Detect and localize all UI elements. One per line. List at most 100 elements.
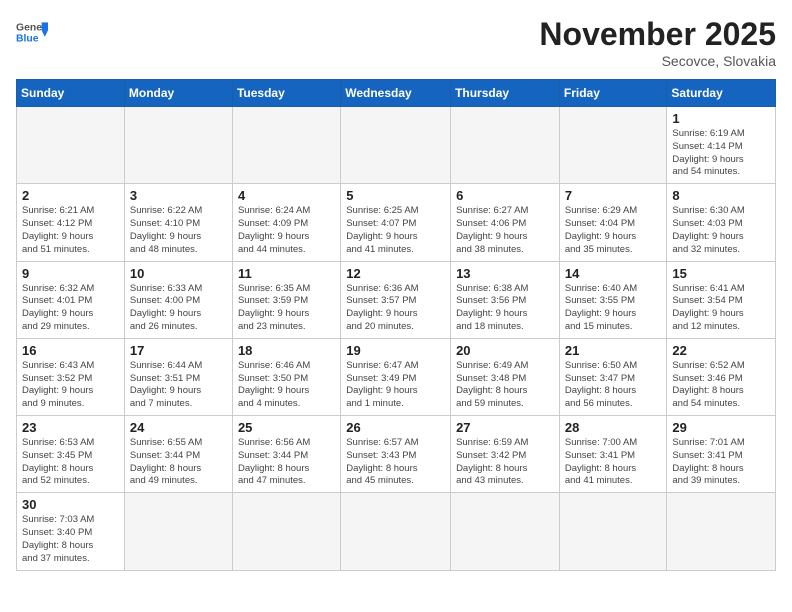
day-info: Sunrise: 6:50 AM Sunset: 3:47 PM Dayligh… [565,360,662,411]
calendar-cell [341,493,451,570]
day-number: 15 [672,266,770,281]
day-number: 24 [130,420,227,435]
day-info: Sunrise: 6:21 AM Sunset: 4:12 PM Dayligh… [22,205,119,256]
day-info: Sunrise: 6:47 AM Sunset: 3:49 PM Dayligh… [346,360,445,411]
svg-text:Blue: Blue [16,34,39,45]
weekday-header-row: SundayMondayTuesdayWednesdayThursdayFrid… [17,80,776,107]
calendar-cell: 22 Sunrise: 6:52 AM Sunset: 3:46 PM Dayli… [667,338,776,415]
day-info: Sunrise: 6:57 AM Sunset: 3:43 PM Dayligh… [346,437,445,488]
day-info: Sunrise: 6:24 AM Sunset: 4:09 PM Dayligh… [238,205,335,256]
day-number: 14 [565,266,662,281]
day-info: Sunrise: 6:30 AM Sunset: 4:03 PM Dayligh… [672,205,770,256]
weekday-header-tuesday: Tuesday [232,80,340,107]
day-number: 30 [22,497,119,512]
day-info: Sunrise: 7:01 AM Sunset: 3:41 PM Dayligh… [672,437,770,488]
weekday-header-thursday: Thursday [451,80,560,107]
day-number: 19 [346,343,445,358]
day-info: Sunrise: 6:22 AM Sunset: 4:10 PM Dayligh… [130,205,227,256]
title-block: November 2025 Secovce, Slovakia [539,16,776,69]
calendar-cell [451,493,560,570]
month-title: November 2025 [539,16,776,53]
day-number: 26 [346,420,445,435]
calendar-cell: 8Sunrise: 6:30 AM Sunset: 4:03 PM Daylig… [667,184,776,261]
day-info: Sunrise: 6:35 AM Sunset: 3:59 PM Dayligh… [238,283,335,334]
calendar-cell: 7 Sunrise: 6:29 AM Sunset: 4:04 PM Daylig… [559,184,667,261]
weekday-header-wednesday: Wednesday [341,80,451,107]
calendar-cell: 23 Sunrise: 6:53 AM Sunset: 3:45 PM Dayli… [17,416,125,493]
week-row-2: 2 Sunrise: 6:21 AM Sunset: 4:12 PM Daylig… [17,184,776,261]
day-number: 7 [565,188,662,203]
calendar-cell [124,107,232,184]
calendar-cell: 25 Sunrise: 6:56 AM Sunset: 3:44 PM Dayli… [232,416,340,493]
day-number: 3 [130,188,227,203]
day-info: Sunrise: 6:53 AM Sunset: 3:45 PM Dayligh… [22,437,119,488]
calendar-cell: 18Sunrise: 6:46 AM Sunset: 3:50 PM Dayli… [232,338,340,415]
calendar-cell: 24Sunrise: 6:55 AM Sunset: 3:44 PM Dayli… [124,416,232,493]
day-number: 18 [238,343,335,358]
week-row-4: 16 Sunrise: 6:43 AM Sunset: 3:52 PM Dayli… [17,338,776,415]
day-number: 22 [672,343,770,358]
day-info: Sunrise: 6:59 AM Sunset: 3:42 PM Dayligh… [456,437,554,488]
week-row-3: 9 Sunrise: 6:32 AM Sunset: 4:01 PM Daylig… [17,261,776,338]
day-info: Sunrise: 6:32 AM Sunset: 4:01 PM Dayligh… [22,283,119,334]
day-number: 12 [346,266,445,281]
logo: General Blue [16,16,48,48]
calendar-cell [232,493,340,570]
calendar-cell: 3 Sunrise: 6:22 AM Sunset: 4:10 PM Daylig… [124,184,232,261]
day-info: Sunrise: 7:00 AM Sunset: 3:41 PM Dayligh… [565,437,662,488]
day-number: 2 [22,188,119,203]
calendar-cell [124,493,232,570]
logo-icon: General Blue [16,16,48,48]
day-number: 23 [22,420,119,435]
calendar-cell: 1Sunrise: 6:19 AM Sunset: 4:14 PM Daylig… [667,107,776,184]
calendar-cell [559,107,667,184]
calendar-cell: 27 Sunrise: 6:59 AM Sunset: 3:42 PM Dayli… [451,416,560,493]
day-info: Sunrise: 6:52 AM Sunset: 3:46 PM Dayligh… [672,360,770,411]
calendar-cell: 9 Sunrise: 6:32 AM Sunset: 4:01 PM Daylig… [17,261,125,338]
calendar-table: SundayMondayTuesdayWednesdayThursdayFrid… [16,79,776,571]
calendar-cell: 19 Sunrise: 6:47 AM Sunset: 3:49 PM Dayli… [341,338,451,415]
location: Secovce, Slovakia [539,53,776,69]
calendar-cell: 21Sunrise: 6:50 AM Sunset: 3:47 PM Dayli… [559,338,667,415]
weekday-header-saturday: Saturday [667,80,776,107]
week-row-1: 1Sunrise: 6:19 AM Sunset: 4:14 PM Daylig… [17,107,776,184]
weekday-header-monday: Monday [124,80,232,107]
calendar-cell: 2 Sunrise: 6:21 AM Sunset: 4:12 PM Daylig… [17,184,125,261]
calendar-cell: 14 Sunrise: 6:40 AM Sunset: 3:55 PM Dayli… [559,261,667,338]
day-number: 1 [672,111,770,126]
calendar-cell: 20Sunrise: 6:49 AM Sunset: 3:48 PM Dayli… [451,338,560,415]
weekday-header-sunday: Sunday [17,80,125,107]
day-number: 5 [346,188,445,203]
day-number: 29 [672,420,770,435]
day-number: 17 [130,343,227,358]
day-info: Sunrise: 6:40 AM Sunset: 3:55 PM Dayligh… [565,283,662,334]
week-row-5: 23 Sunrise: 6:53 AM Sunset: 3:45 PM Dayli… [17,416,776,493]
calendar-cell: 15Sunrise: 6:41 AM Sunset: 3:54 PM Dayli… [667,261,776,338]
calendar-cell: 10Sunrise: 6:33 AM Sunset: 4:00 PM Dayli… [124,261,232,338]
day-number: 10 [130,266,227,281]
calendar-cell: 26 Sunrise: 6:57 AM Sunset: 3:43 PM Dayli… [341,416,451,493]
day-info: Sunrise: 6:43 AM Sunset: 3:52 PM Dayligh… [22,360,119,411]
day-number: 9 [22,266,119,281]
calendar-cell [559,493,667,570]
day-number: 6 [456,188,554,203]
day-info: Sunrise: 6:56 AM Sunset: 3:44 PM Dayligh… [238,437,335,488]
calendar-cell: 16 Sunrise: 6:43 AM Sunset: 3:52 PM Dayli… [17,338,125,415]
day-number: 27 [456,420,554,435]
calendar-cell: 11 Sunrise: 6:35 AM Sunset: 3:59 PM Dayli… [232,261,340,338]
calendar-cell: 5Sunrise: 6:25 AM Sunset: 4:07 PM Daylig… [341,184,451,261]
calendar-cell: 12 Sunrise: 6:36 AM Sunset: 3:57 PM Dayli… [341,261,451,338]
day-info: Sunrise: 6:29 AM Sunset: 4:04 PM Dayligh… [565,205,662,256]
day-info: Sunrise: 7:03 AM Sunset: 3:40 PM Dayligh… [22,514,119,565]
day-number: 11 [238,266,335,281]
day-info: Sunrise: 6:36 AM Sunset: 3:57 PM Dayligh… [346,283,445,334]
day-info: Sunrise: 6:38 AM Sunset: 3:56 PM Dayligh… [456,283,554,334]
calendar-cell: 28Sunrise: 7:00 AM Sunset: 3:41 PM Dayli… [559,416,667,493]
calendar-cell: 4Sunrise: 6:24 AM Sunset: 4:09 PM Daylig… [232,184,340,261]
calendar-cell: 17Sunrise: 6:44 AM Sunset: 3:51 PM Dayli… [124,338,232,415]
day-number: 16 [22,343,119,358]
week-row-6: 30 Sunrise: 7:03 AM Sunset: 3:40 PM Dayli… [17,493,776,570]
day-number: 25 [238,420,335,435]
day-number: 20 [456,343,554,358]
calendar-cell: 29 Sunrise: 7:01 AM Sunset: 3:41 PM Dayli… [667,416,776,493]
